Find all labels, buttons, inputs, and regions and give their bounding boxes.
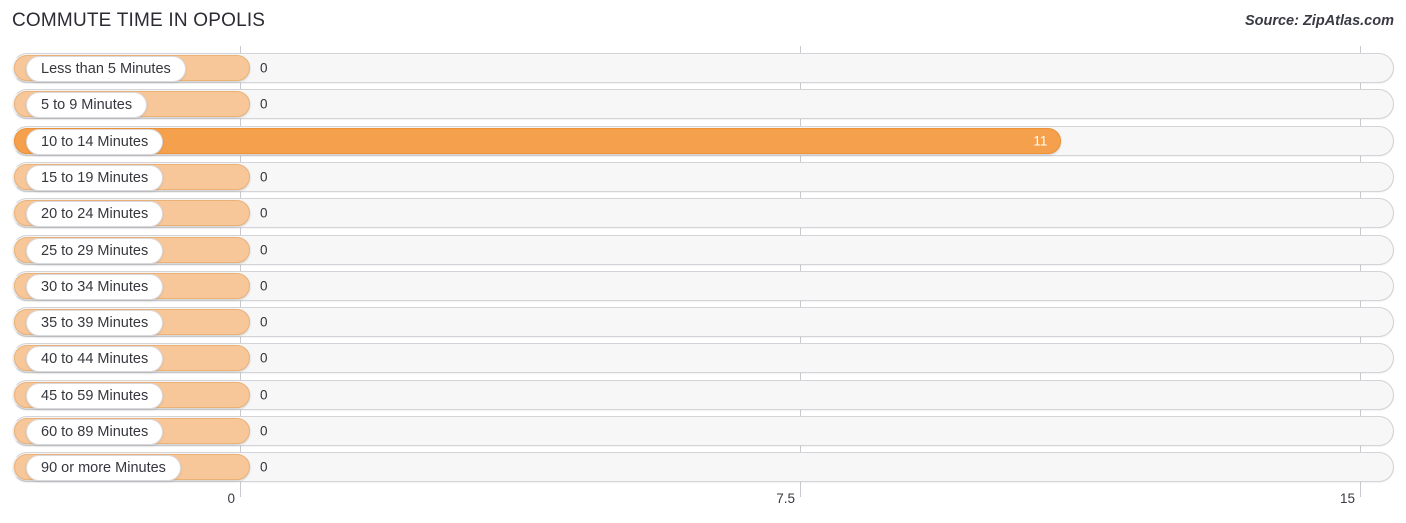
axis-tick-label: 7.5 <box>776 491 795 506</box>
axis-tick-mark <box>240 486 241 497</box>
axis-tick-mark <box>1360 486 1361 497</box>
bar[interactable]: 11 <box>14 127 1062 154</box>
chart-row[interactable]: 0 60 to 89 Minutes <box>12 416 1394 446</box>
category-label[interactable]: 20 to 24 Minutes <box>26 201 164 228</box>
category-label[interactable]: 25 to 29 Minutes <box>26 237 164 264</box>
bar-value-label: 11 <box>1033 133 1048 149</box>
page-title: COMMUTE TIME IN OPOLIS <box>12 10 266 31</box>
axis-tick-label: 15 <box>1339 491 1355 506</box>
plot-area: 0 Less than 5 Minutes 0 5 to 9 Minutes 11 10 … <box>0 46 1406 486</box>
bar-value-label: 0 <box>260 314 268 330</box>
chart-row[interactable]: 0 30 to 34 Minutes <box>12 270 1394 301</box>
x-axis: 0 7.5 15 <box>0 486 1406 523</box>
category-label[interactable]: 45 to 59 Minutes <box>26 382 164 409</box>
chart-row[interactable]: 0 5 to 9 Minutes <box>12 89 1394 120</box>
chart-row[interactable]: 0 35 to 39 Minutes <box>12 307 1394 338</box>
chart-row[interactable]: 0 15 to 19 Minutes <box>12 161 1394 192</box>
bar-value-label: 0 <box>260 387 268 403</box>
chart-row[interactable]: 0 Less than 5 Minutes <box>12 53 1394 83</box>
axis-tick-label: 0 <box>227 491 235 506</box>
bar-value-label: 0 <box>260 96 268 112</box>
bar-value-label: 0 <box>260 242 268 257</box>
bar-value-label: 0 <box>260 459 268 475</box>
chart-row[interactable]: 0 45 to 59 Minutes <box>12 379 1394 410</box>
axis-tick-mark <box>800 486 801 497</box>
chart-row[interactable]: 0 20 to 24 Minutes <box>12 198 1394 229</box>
category-label[interactable]: 15 to 19 Minutes <box>26 164 164 191</box>
bar-value-label: 0 <box>260 205 268 221</box>
bar-value-label: 0 <box>260 60 268 76</box>
category-label[interactable]: 35 to 39 Minutes <box>26 310 164 337</box>
category-label[interactable]: Less than 5 Minutes <box>26 56 186 82</box>
chart-row[interactable]: 0 25 to 29 Minutes <box>12 234 1394 265</box>
category-label[interactable]: 40 to 44 Minutes <box>26 346 164 373</box>
category-label[interactable]: 5 to 9 Minutes <box>26 92 148 119</box>
chart-row[interactable]: 11 10 to 14 Minutes <box>12 125 1394 156</box>
chart-row[interactable]: 0 40 to 44 Minutes <box>12 343 1394 374</box>
bar-value-label: 0 <box>260 278 268 294</box>
category-label[interactable]: 60 to 89 Minutes <box>26 419 164 445</box>
chart-row[interactable]: 0 90 or more Minutes <box>12 452 1394 483</box>
bar-value-label: 0 <box>260 350 268 366</box>
category-label[interactable]: 90 or more Minutes <box>26 455 181 482</box>
category-label[interactable]: 10 to 14 Minutes <box>26 128 164 155</box>
chart-header: COMMUTE TIME IN OPOLIS Source: ZipAtlas.… <box>0 0 1406 46</box>
bar-value-label: 0 <box>260 169 268 185</box>
bar-value-label: 0 <box>260 423 268 439</box>
source-attribution: Source: ZipAtlas.com <box>1244 13 1394 29</box>
category-label[interactable]: 30 to 34 Minutes <box>26 273 164 300</box>
